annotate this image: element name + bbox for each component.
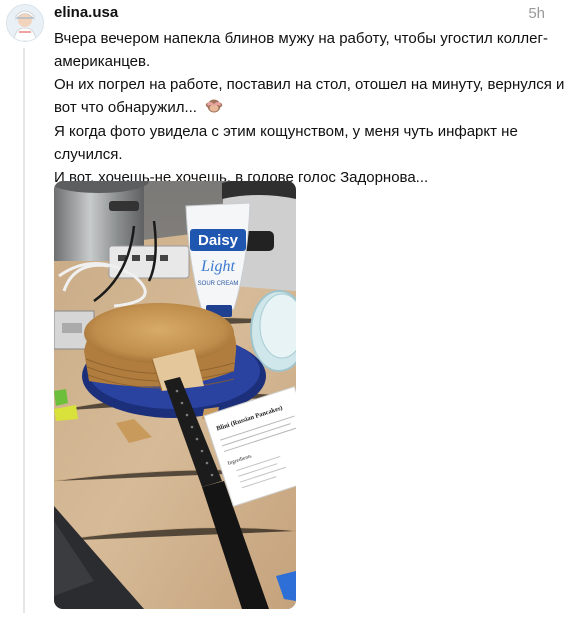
sour-cream-variant: Light xyxy=(200,258,235,275)
post-photo[interactable]: Daisy Light SOUR CREAM Blini (Russian Pa… xyxy=(54,181,296,609)
sour-cream-brand: Daisy xyxy=(198,232,239,249)
pancake-stack-photo: Daisy Light SOUR CREAM Blini (Russian Pa… xyxy=(54,181,296,609)
username[interactable]: elina.usa xyxy=(54,4,118,21)
post-line-3: Я когда фото увидела с этим кощунством, … xyxy=(54,122,518,163)
post-line-1: Вчера вечером напекла блинов мужу на раб… xyxy=(54,30,548,70)
avatar[interactable] xyxy=(6,4,44,42)
post-time: 5h xyxy=(528,5,545,22)
post-text: Вчера вечером напекла блинов мужу на раб… xyxy=(54,27,574,189)
avatar-illustration xyxy=(7,5,43,41)
sour-cream-label: SOUR CREAM xyxy=(198,281,239,287)
thread-post: elina.usa 5h Вчера вечером напекла блино… xyxy=(0,0,581,619)
thread-line xyxy=(23,48,25,613)
post-line-2-text: Он их погрел на работе, поставил на стол… xyxy=(54,76,565,116)
see-no-evil-monkey-icon xyxy=(205,97,223,120)
post-line-2: Он их погрел на работе, поставил на стол… xyxy=(54,73,574,120)
